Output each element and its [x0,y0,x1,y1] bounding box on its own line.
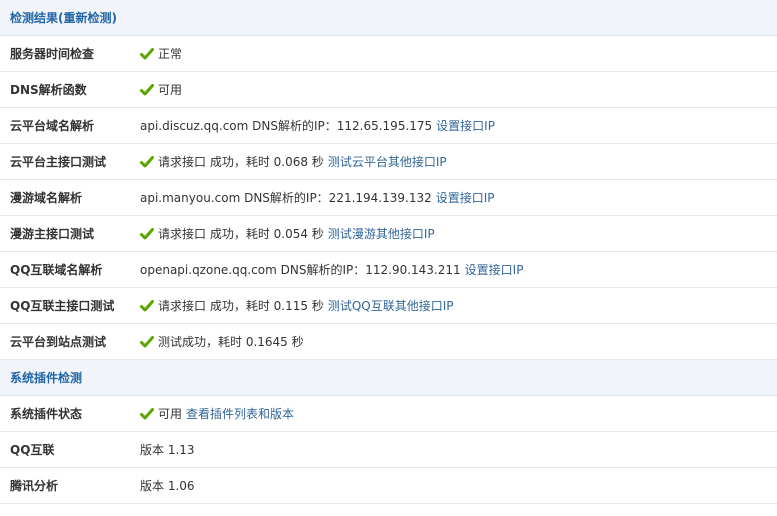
row-label: 漫游主接口测试 [10,227,95,241]
check-icon [140,227,154,241]
check-row: 漫游域名解析 api.manyou.com DNS解析的IP：221.194.13… [0,180,777,216]
row-label: 云平台主接口测试 [10,155,107,169]
row-label: DNS解析函数 [10,83,87,97]
check-icon [140,407,154,421]
row-value-text: 版本 1.13 [140,443,195,457]
row-label: 漫游域名解析 [10,191,83,205]
check-row: QQ互联主接口测试 请求接口 成功，耗时 0.115 秒测试QQ互联其他接口IP [0,288,777,324]
row-value-text: 请求接口 成功，耗时 0.068 秒 [158,155,324,169]
row-value: 可用 [140,81,777,98]
check-icon [140,47,154,61]
row-action-link[interactable]: 设置接口IP [436,117,495,134]
row-value-text: 可用 [158,83,183,97]
row-value: 测试成功，耗时 0.1645 秒 [140,333,777,350]
check-row: 腾讯分析 版本 1.06 [0,468,777,504]
row-value: 请求接口 成功，耗时 0.054 秒测试漫游其他接口IP [140,225,777,242]
row-action-link[interactable]: 测试云平台其他接口IP [328,153,447,170]
check-row: 云平台主接口测试 请求接口 成功，耗时 0.068 秒测试云平台其他接口IP [0,144,777,180]
row-value-text: 测试成功，耗时 0.1645 秒 [158,335,304,349]
row-value: 版本 1.06 [140,477,777,494]
check-icon [140,83,154,97]
section-header: 检测结果(重新检测) [0,0,777,36]
row-action-link[interactable]: 设置接口IP [465,261,524,278]
row-value-text: openapi.qzone.qq.com DNS解析的IP：112.90.143… [140,263,461,277]
row-action-link[interactable]: 测试漫游其他接口IP [328,225,435,242]
check-row: DNS解析函数 可用 [0,72,777,108]
row-label: QQ互联主接口测试 [10,299,115,313]
row-value: 请求接口 成功，耗时 0.068 秒测试云平台其他接口IP [140,153,777,170]
row-label: 服务器时间检查 [10,47,95,61]
check-row: 云平台域名解析 api.discuz.qq.com DNS解析的IP：112.65… [0,108,777,144]
row-label: 腾讯分析 [10,479,59,493]
row-action-link[interactable]: 查看插件列表和版本 [186,405,294,422]
check-row: 系统插件状态 可用 查看插件列表和版本 [0,396,777,432]
diagnostics-panel: 检测结果(重新检测) 服务器时间检查 正常 DNS解析函数 可用 云平台域名解析 api.d… [0,0,777,504]
row-value: api.discuz.qq.com DNS解析的IP：112.65.195.17… [140,117,777,134]
row-value-text: 请求接口 成功，耗时 0.115 秒 [158,299,324,313]
row-value-text: 请求接口 成功，耗时 0.054 秒 [158,227,324,241]
row-action-link[interactable]: 设置接口IP [436,189,495,206]
row-value-text: 版本 1.06 [140,479,195,493]
row-value-text: 可用 [158,407,183,421]
row-value: openapi.qzone.qq.com DNS解析的IP：112.90.143… [140,261,777,278]
row-value-text: api.manyou.com DNS解析的IP：221.194.139.132 [140,191,432,205]
check-row: QQ互联域名解析 openapi.qzone.qq.com DNS解析的IP：11… [0,252,777,288]
check-icon [140,299,154,313]
row-value: 可用 查看插件列表和版本 [140,405,777,422]
check-row: QQ互联 版本 1.13 [0,432,777,468]
check-row: 服务器时间检查 正常 [0,36,777,72]
row-value: 请求接口 成功，耗时 0.115 秒测试QQ互联其他接口IP [140,297,777,314]
row-label: QQ互联 [10,443,55,457]
row-label: 云平台到站点测试 [10,335,107,349]
check-icon [140,155,154,169]
section-header: 系统插件检测 [0,360,777,396]
row-label: 系统插件状态 [10,407,83,421]
row-label: QQ互联域名解析 [10,263,103,277]
row-label: 云平台域名解析 [10,119,95,133]
row-value: 正常 [140,45,777,62]
check-row: 漫游主接口测试 请求接口 成功，耗时 0.054 秒测试漫游其他接口IP [0,216,777,252]
row-value: api.manyou.com DNS解析的IP：221.194.139.132 设… [140,189,777,206]
row-action-link[interactable]: 测试QQ互联其他接口IP [328,297,454,314]
check-row: 云平台到站点测试 测试成功，耗时 0.1645 秒 [0,324,777,360]
row-value-text: 正常 [158,47,183,61]
check-icon [140,335,154,349]
row-value: 版本 1.13 [140,441,777,458]
row-value-text: api.discuz.qq.com DNS解析的IP：112.65.195.17… [140,119,433,133]
